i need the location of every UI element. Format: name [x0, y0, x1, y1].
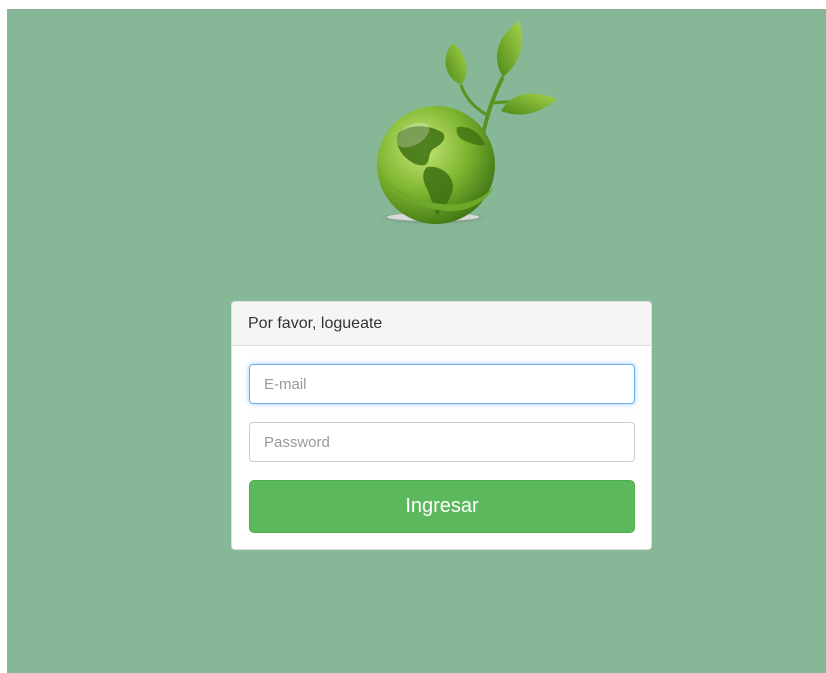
globe-with-leaves-icon: [375, 21, 557, 225]
login-button[interactable]: Ingresar: [249, 480, 635, 533]
page-background: Por favor, logueate Ingresar: [7, 9, 826, 673]
email-field[interactable]: [249, 364, 635, 404]
login-form: Ingresar: [232, 346, 651, 549]
login-panel: Por favor, logueate Ingresar: [231, 301, 652, 550]
login-panel-title: Por favor, logueate: [232, 302, 651, 346]
password-field[interactable]: [249, 422, 635, 462]
